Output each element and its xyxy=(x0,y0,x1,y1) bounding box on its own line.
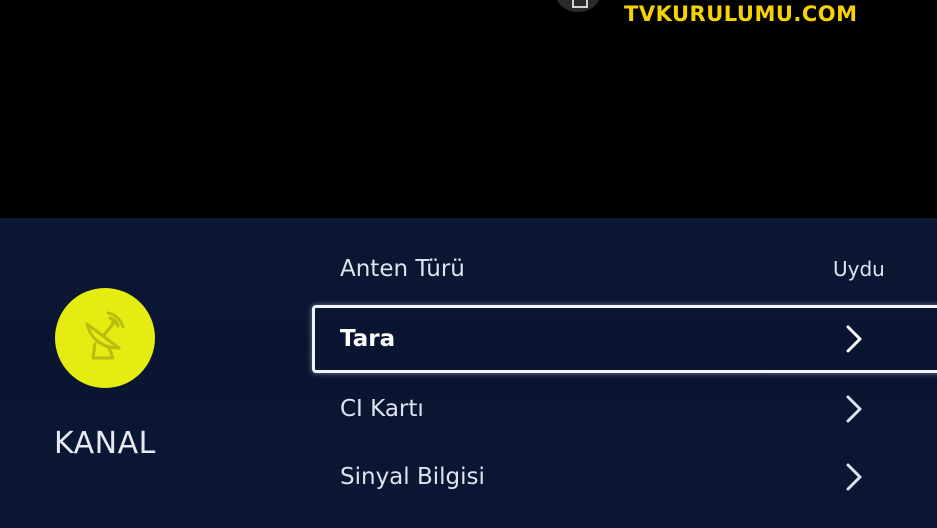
watermark-logo: TVKURULUMU.COM xyxy=(624,2,858,26)
category-icon-circle xyxy=(55,288,155,388)
chevron-right-icon xyxy=(846,325,862,353)
chevron-right-icon xyxy=(846,463,862,491)
menu-item-label: Anten Türü xyxy=(340,256,465,282)
tv-screen: TVKURULUMU.COM KANAL Anten Türü Uydu Tar… xyxy=(0,0,937,528)
menu-item-label: Sinyal Bilgisi xyxy=(340,464,485,490)
menu-item-antenna-type[interactable]: Anten Türü Uydu xyxy=(312,236,937,302)
menu-item-label: CI Kartı xyxy=(340,396,424,422)
category-label: KANAL xyxy=(54,426,156,461)
top-indicator xyxy=(556,0,600,12)
settings-panel: KANAL Anten Türü Uydu Tara CI Kartı Siny… xyxy=(0,218,937,528)
satellite-dish-icon xyxy=(85,311,125,360)
menu-item-scan[interactable]: Tara xyxy=(312,305,937,373)
tray-icon xyxy=(572,0,588,8)
menu-item-signal-info[interactable]: Sinyal Bilgisi xyxy=(312,444,937,510)
menu-item-value: Uydu xyxy=(833,257,885,281)
chevron-right-icon xyxy=(846,395,862,423)
menu-item-label: Tara xyxy=(340,326,396,352)
menu-item-ci-card[interactable]: CI Kartı xyxy=(312,376,937,442)
